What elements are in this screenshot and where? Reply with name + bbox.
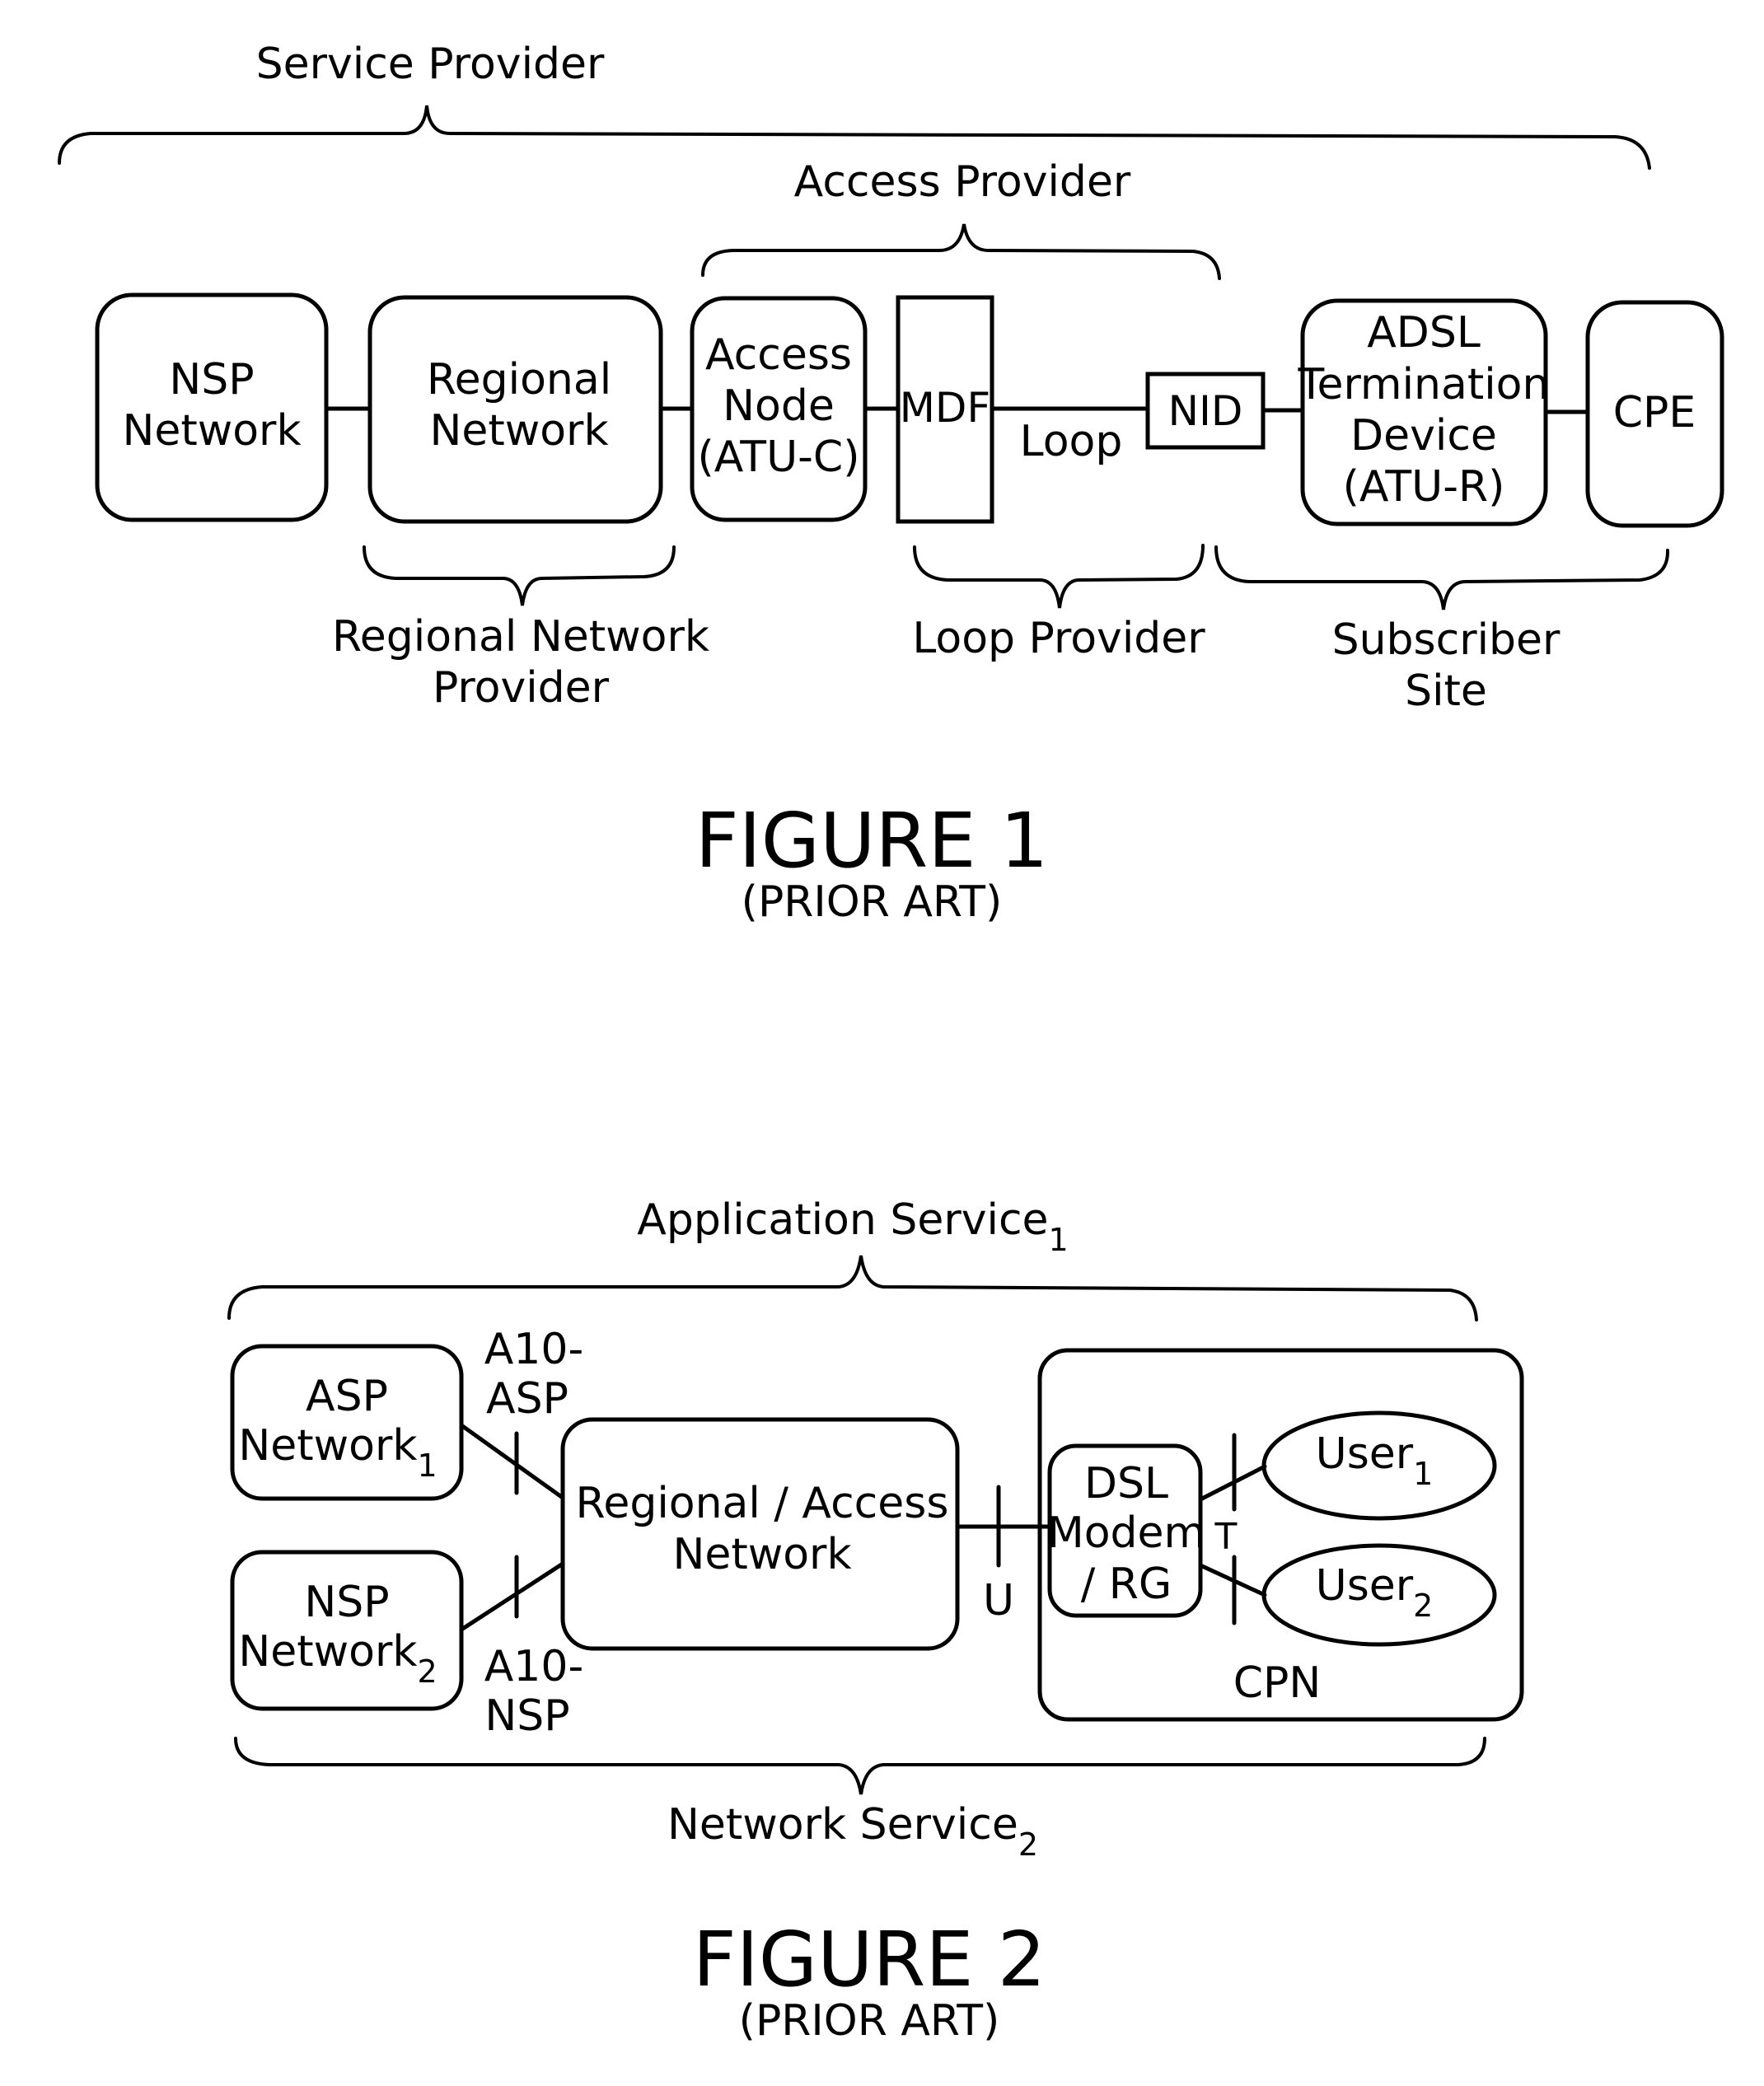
link-nsp-regional-2 xyxy=(459,1561,565,1632)
access-provider-label: Access Provider xyxy=(794,157,1131,207)
adsl-line1: ADSL xyxy=(1367,308,1481,358)
cpe-label: CPE xyxy=(1613,388,1696,437)
application-service-text: Application Service xyxy=(637,1195,1048,1245)
regional-network-provider-line1: Regional Network xyxy=(332,612,709,662)
adsl-line2: Termination xyxy=(1298,360,1550,409)
a10-asp-line2: ASP xyxy=(486,1374,569,1424)
subscriber-site-line1: Subscriber xyxy=(1332,615,1560,665)
a10-asp-line1: A10- xyxy=(484,1325,584,1374)
loop-provider-label: Loop Provider xyxy=(912,614,1205,663)
figure-2-subtitle: (PRIOR ART) xyxy=(739,1996,1000,2046)
access-node-line3: (ATU-C) xyxy=(697,433,859,482)
network-service-text: Network Service xyxy=(667,1800,1018,1850)
nsp-network-2-text: Network xyxy=(238,1627,417,1677)
dsl-modem-line2: Modem xyxy=(1047,1508,1205,1558)
nsp-network-2-line1: NSP xyxy=(304,1578,389,1627)
asp-network-text: Network xyxy=(238,1421,417,1471)
adsl-line3: Device xyxy=(1350,411,1497,461)
access-node-line1: Access xyxy=(705,330,852,380)
subscriber-site-bracket xyxy=(1214,545,1670,610)
figure-2: Application Service1 ASP Network1 NSP Ne… xyxy=(227,1195,1524,2046)
diagram-canvas: Service Provider Access Provider NSP Net… xyxy=(58,40,1724,2046)
access-provider-bracket xyxy=(701,223,1221,280)
service-provider-label: Service Provider xyxy=(256,40,605,89)
asp-network-subscript: 1 xyxy=(417,1448,437,1484)
dsl-modem-line1: DSL xyxy=(1084,1459,1168,1508)
regional-network-line1: Regional xyxy=(427,355,611,405)
nsp-network-2-subscript: 2 xyxy=(417,1653,437,1690)
network-service-subscript: 2 xyxy=(1018,1826,1038,1863)
link-asp-regional xyxy=(459,1423,565,1500)
a10-nsp-line2: NSP xyxy=(484,1691,569,1741)
nsp-network-2-line2: Network2 xyxy=(238,1627,437,1690)
application-service-subscript: 1 xyxy=(1049,1222,1069,1258)
user-1-subscript: 1 xyxy=(1413,1456,1433,1492)
figure-1-title: FIGURE 1 xyxy=(695,797,1049,885)
user-2-text: User xyxy=(1316,1561,1414,1611)
figure-1-subtitle: (PRIOR ART) xyxy=(742,877,1003,927)
adsl-line4: (ATU-R) xyxy=(1343,462,1505,512)
nsp-network-line2: Network xyxy=(122,406,301,456)
cpn-label: CPN xyxy=(1233,1658,1322,1708)
a10-nsp-line1: A10- xyxy=(484,1642,584,1691)
asp-network-line1: ASP xyxy=(306,1372,388,1421)
regional-access-line1: Regional / Access xyxy=(576,1479,949,1528)
application-service-label: Application Service1 xyxy=(637,1195,1068,1258)
subscriber-site-line2: Site xyxy=(1405,666,1487,716)
asp-network-line2: Network1 xyxy=(238,1421,437,1484)
user-1-label: User1 xyxy=(1316,1429,1434,1492)
regional-network-provider-line2: Provider xyxy=(433,663,610,713)
regional-access-line2: Network xyxy=(672,1530,851,1579)
access-node-line2: Node xyxy=(723,381,835,431)
dsl-modem-line3: / RG xyxy=(1081,1560,1172,1609)
loop-provider-bracket xyxy=(913,544,1205,609)
user-2-label: User2 xyxy=(1316,1561,1434,1624)
user-1-text: User xyxy=(1316,1429,1414,1479)
network-service-bracket xyxy=(234,1737,1486,1795)
t-interface-label: T xyxy=(1214,1516,1238,1558)
mdf-label: MDF xyxy=(900,384,990,432)
figure-2-title: FIGURE 2 xyxy=(693,1915,1046,2004)
user-2-subscript: 2 xyxy=(1413,1588,1433,1624)
loop-label: Loop xyxy=(1020,417,1123,466)
u-interface-label: U xyxy=(983,1576,1014,1625)
regional-network-provider-bracket xyxy=(363,545,676,606)
application-service-bracket xyxy=(227,1255,1478,1321)
network-service-label: Network Service2 xyxy=(667,1800,1038,1863)
figure-1: Service Provider Access Provider NSP Net… xyxy=(58,40,1724,927)
nid-label: NID xyxy=(1168,387,1243,435)
nsp-network-line1: NSP xyxy=(169,355,254,405)
regional-network-line2: Network xyxy=(429,406,608,456)
